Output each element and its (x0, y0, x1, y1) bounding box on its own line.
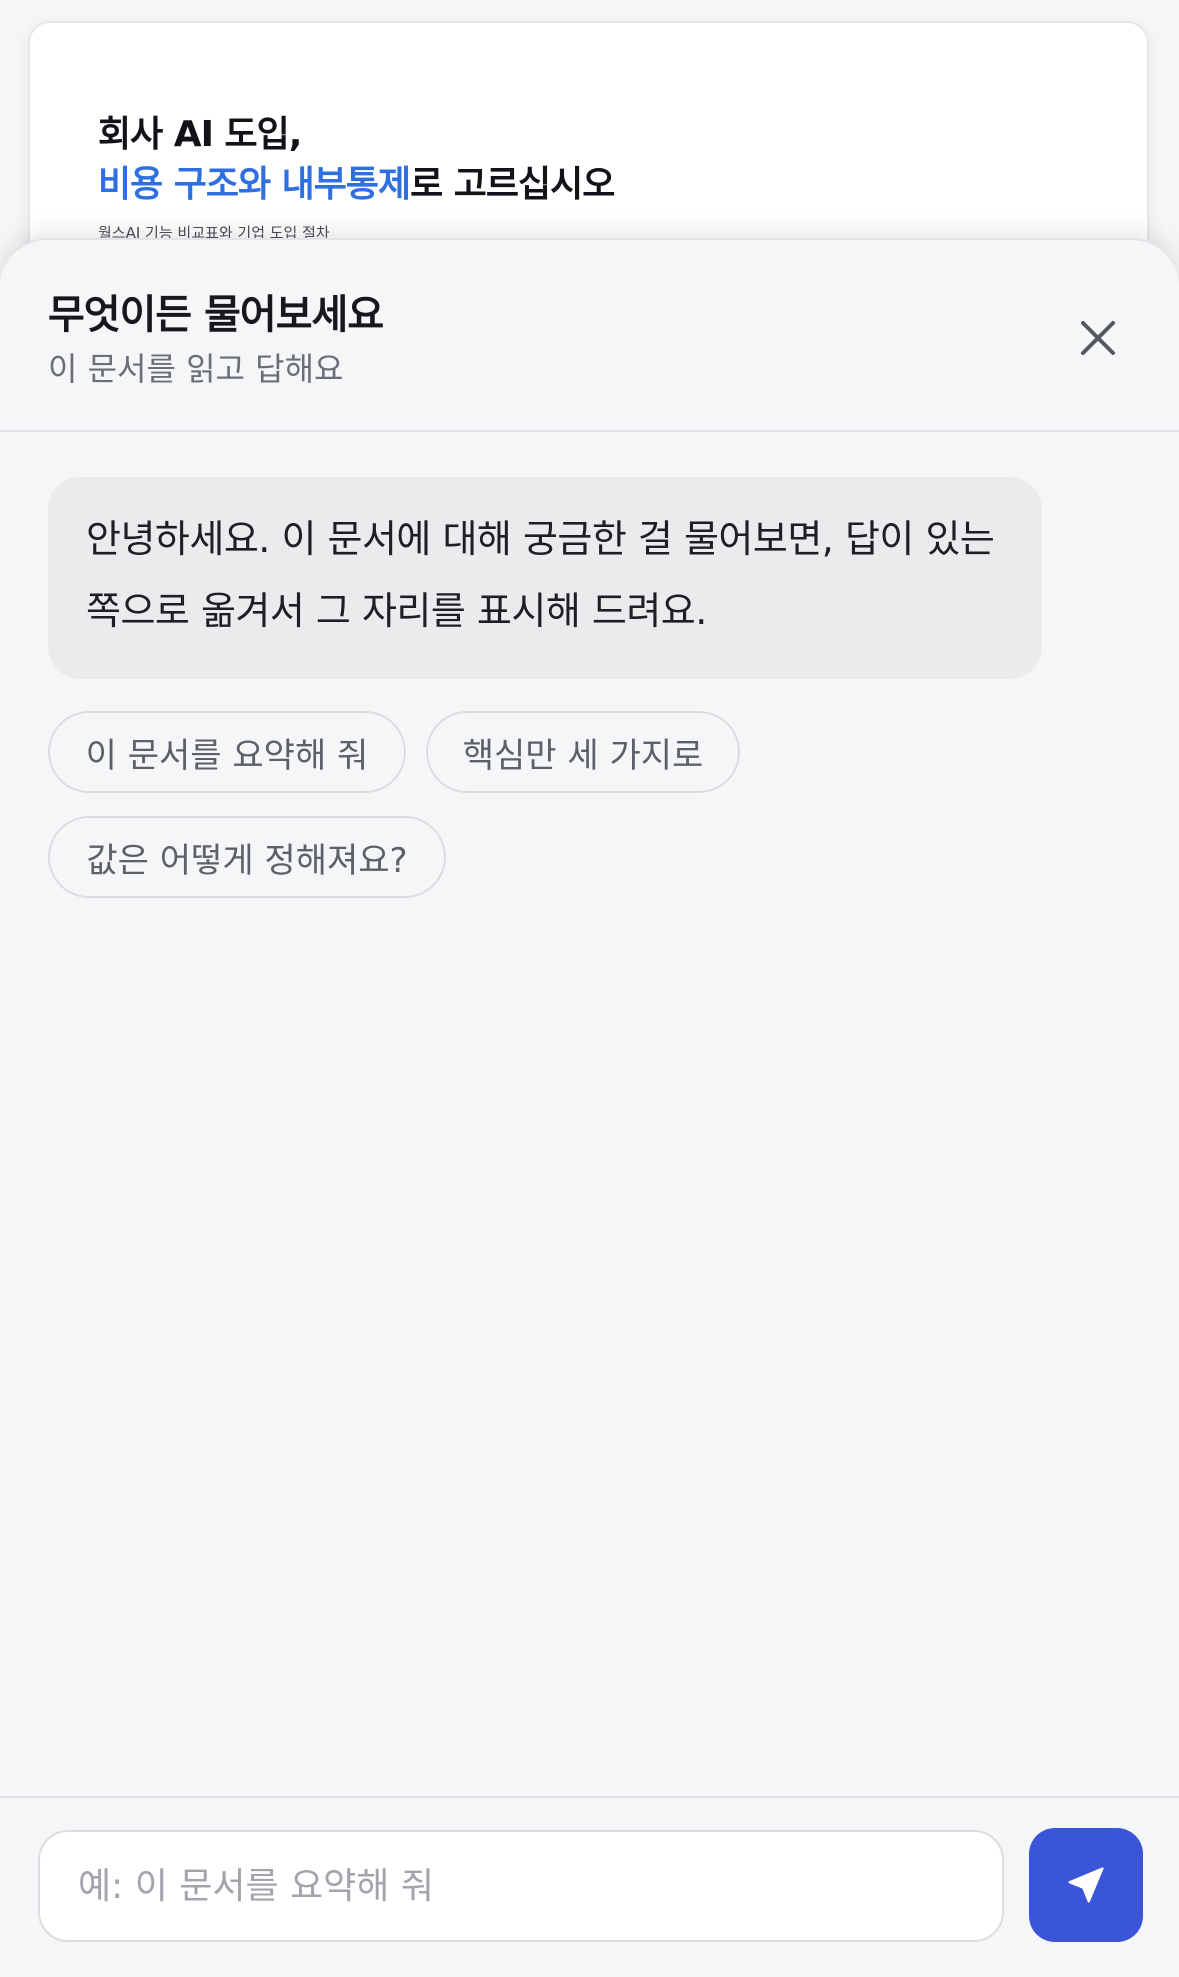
composer-bar (0, 1796, 1179, 1977)
document-title-accent: 비용 구조와 내부통제 (98, 164, 411, 205)
send-icon (1068, 1867, 1104, 1903)
sheet-title: 무엇이든 물어보세요 (48, 292, 384, 338)
close-icon (1081, 321, 1115, 355)
document-title-line1: 회사 AI 도입, (98, 114, 302, 155)
suggestion-chip-summarize[interactable]: 이 문서를 요약해 줘 (48, 711, 406, 793)
suggestion-chip-pricing[interactable]: 값은 어떻게 정해져요? (48, 816, 446, 898)
document-title: 회사 AI 도입, 비용 구조와 내부통제로 고르십시오 (98, 110, 615, 210)
send-button[interactable] (1029, 1828, 1143, 1942)
chat-sheet: 무엇이든 물어보세요 이 문서를 읽고 답해요 안녕하세요. 이 문서에 대해 … (0, 238, 1179, 1977)
message-input[interactable] (40, 1832, 1002, 1940)
app-screen: 회사 AI 도입, 비용 구조와 내부통제로 고르십시오 월스AI 기능 비교표와… (0, 0, 1179, 1977)
suggestion-chip-key-points[interactable]: 핵심만 세 가지로 (426, 711, 740, 793)
sheet-header: 무엇이든 물어보세요 이 문서를 읽고 답해요 (0, 240, 1179, 432)
document-title-rest: 로 고르십시오 (410, 164, 615, 205)
close-button[interactable] (1068, 308, 1128, 368)
sheet-subtitle: 이 문서를 읽고 답해요 (48, 350, 344, 388)
message-input-wrapper (38, 1830, 1004, 1942)
assistant-message: 안녕하세요. 이 문서에 대해 궁금한 걸 물어보면, 답이 있는 쪽으로 옮겨… (48, 477, 1042, 679)
